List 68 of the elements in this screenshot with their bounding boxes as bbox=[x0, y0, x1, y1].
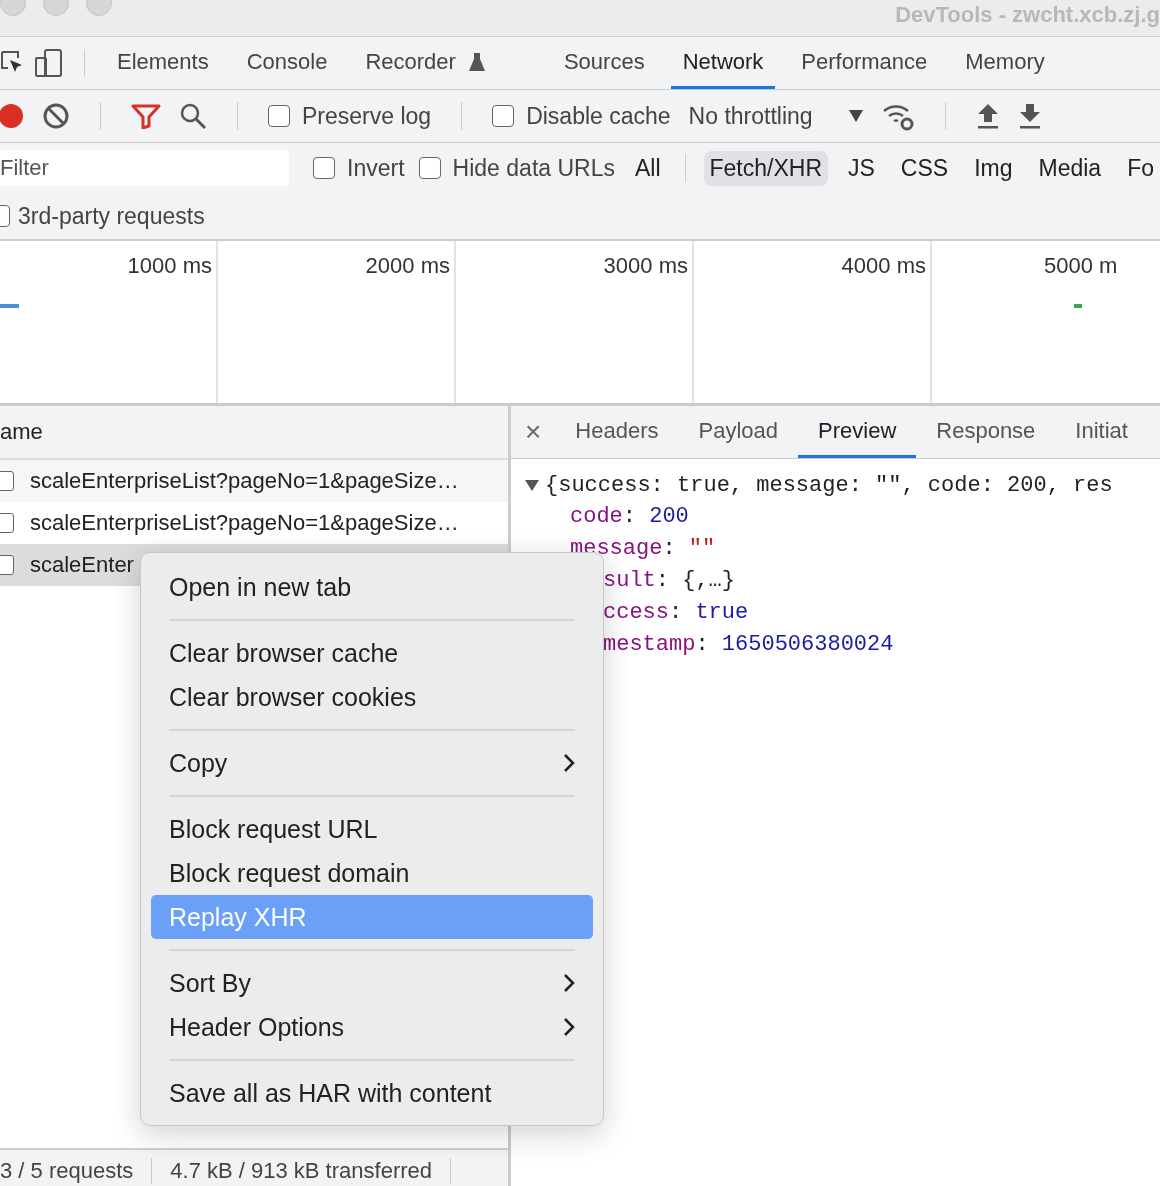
status-text: 3 / 5 requests bbox=[0, 1158, 153, 1184]
filter-icon[interactable] bbox=[131, 103, 161, 129]
detail-tab[interactable]: Preview bbox=[798, 406, 917, 458]
detail-tab[interactable]: Payload bbox=[678, 406, 799, 458]
column-header[interactable]: ame bbox=[0, 419, 43, 445]
panel-tab[interactable]: Elements bbox=[105, 37, 221, 89]
preserve-log-checkbox[interactable]: Preserve log bbox=[268, 102, 432, 130]
request-row[interactable]: scaleEnterpriseList?pageNo=1&pageSize… bbox=[0, 460, 508, 502]
invert-checkbox[interactable]: Invert bbox=[313, 154, 405, 182]
flask-icon bbox=[467, 51, 486, 72]
hide-data-urls-checkbox[interactable]: Hide data URLs bbox=[418, 154, 615, 182]
request-name: scaleEnterpriseList?pageNo=1&pageSize… bbox=[30, 468, 459, 494]
type-filter-button[interactable]: Img bbox=[968, 150, 1019, 186]
panel-tab[interactable]: Memory bbox=[953, 37, 1057, 89]
panel-tab[interactable]: Recorder bbox=[353, 37, 538, 89]
download-icon[interactable] bbox=[1017, 102, 1042, 130]
record-icon[interactable] bbox=[0, 103, 24, 129]
time-tick-label: 2000 ms bbox=[365, 253, 451, 279]
json-summary: {success: true, message: "", code: 200, res bbox=[545, 472, 1113, 498]
type-filter-button[interactable]: Fetch/XHR bbox=[703, 150, 828, 186]
panel-tab[interactable]: Console bbox=[234, 37, 340, 89]
status-text: 4.7 kB / 913 kB transferred bbox=[170, 1158, 451, 1184]
panel-tab[interactable]: Sources bbox=[551, 37, 657, 89]
search-icon[interactable] bbox=[179, 102, 207, 130]
chevron-right-icon bbox=[563, 973, 575, 993]
json-property: mestamp: 1650506380024 bbox=[602, 631, 895, 659]
request-name: scaleEnterpriseList?pageNo=1&pageSize… bbox=[30, 510, 459, 536]
detail-tab[interactable]: Response bbox=[916, 406, 1056, 458]
time-tick-label: 5000 m bbox=[1044, 253, 1119, 279]
detail-tab[interactable]: Headers bbox=[555, 406, 679, 458]
time-tick-label: 1000 ms bbox=[127, 253, 213, 279]
menu-item[interactable]: Header Options bbox=[151, 1005, 593, 1049]
json-property: sult: {,…} bbox=[602, 567, 737, 595]
menu-item[interactable]: Block request domain bbox=[151, 851, 593, 895]
menu-item[interactable]: Clear browser cache bbox=[151, 631, 593, 675]
clear-icon[interactable] bbox=[42, 102, 70, 130]
type-filter-button[interactable]: Fo bbox=[1121, 150, 1160, 186]
type-filter-button[interactable]: CSS bbox=[894, 150, 955, 186]
menu-item[interactable]: Save all as HAR with content bbox=[151, 1071, 593, 1115]
chevron-right-icon bbox=[563, 753, 575, 773]
expand-triangle-icon[interactable] bbox=[525, 479, 539, 491]
menu-item[interactable]: Copy bbox=[151, 741, 593, 785]
menu-item[interactable]: Clear browser cookies bbox=[151, 675, 593, 719]
upload-icon[interactable] bbox=[975, 102, 1000, 130]
row-checkbox[interactable] bbox=[0, 555, 14, 575]
json-property: ccess: true bbox=[602, 599, 750, 627]
type-filter-button[interactable]: JS bbox=[842, 150, 881, 186]
device-icon[interactable] bbox=[34, 48, 64, 78]
third-party-checkbox[interactable]: 3rd-party requests bbox=[0, 202, 205, 230]
chevron-right-icon bbox=[563, 1017, 575, 1037]
filter-field[interactable]: Filter bbox=[0, 150, 290, 186]
close-button[interactable]: × bbox=[511, 406, 556, 458]
row-checkbox[interactable] bbox=[0, 471, 14, 491]
time-tick-label: 4000 ms bbox=[841, 253, 927, 279]
detail-tab[interactable]: Initiat bbox=[1055, 406, 1148, 458]
menu-item[interactable]: Sort By bbox=[151, 961, 593, 1005]
type-filter-button[interactable]: All bbox=[628, 150, 667, 186]
menu-item[interactable]: Block request URL bbox=[151, 807, 593, 851]
row-checkbox[interactable] bbox=[0, 513, 14, 533]
menu-item[interactable]: Open in new tab bbox=[151, 565, 593, 609]
json-property: code: 200 bbox=[569, 503, 690, 531]
dropdown-arrow-icon bbox=[848, 110, 863, 122]
request-name: scaleEnter bbox=[30, 552, 134, 578]
disable-cache-checkbox[interactable]: Disable cache bbox=[492, 102, 671, 130]
panel-tab[interactable]: Performance bbox=[789, 37, 940, 89]
type-filter-button[interactable]: Media bbox=[1032, 150, 1108, 186]
throttling-dropdown[interactable]: No throttling bbox=[688, 102, 863, 130]
time-tick-label: 3000 ms bbox=[603, 253, 689, 279]
